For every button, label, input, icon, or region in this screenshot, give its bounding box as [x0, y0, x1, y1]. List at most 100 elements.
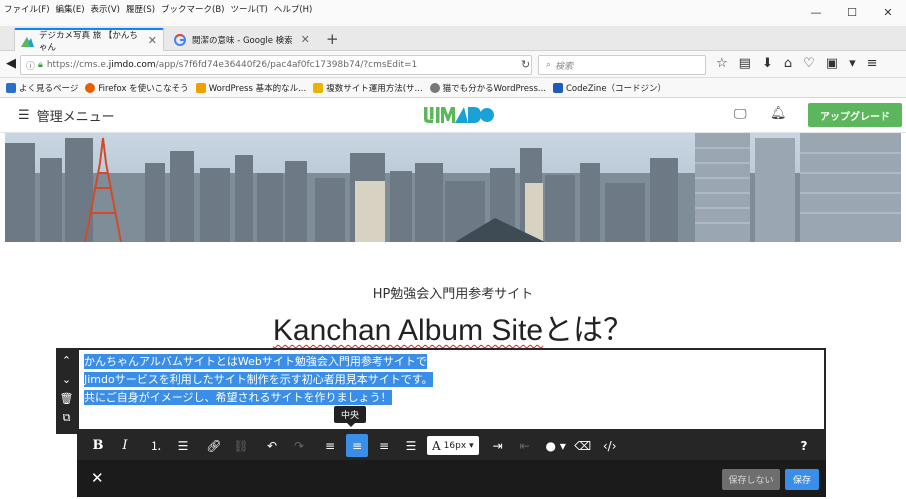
site-title-latin: Kanchan Album Site: [272, 314, 544, 347]
ordered-list-icon[interactable]: ⒈: [145, 434, 167, 457]
hamburger-icon: ☰: [18, 108, 30, 123]
chevron-down-icon[interactable]: ▾: [849, 56, 856, 71]
home-icon[interactable]: ⌂: [784, 56, 792, 71]
url-bar[interactable]: ⓘ 🔒︎ https://cms.e. jimdo.com /app/s7f6f…: [20, 55, 532, 75]
chevron-down-icon: ▾: [469, 440, 474, 451]
upgrade-button[interactable]: アップグレード: [808, 103, 902, 127]
menu-history[interactable]: 履歴(S): [126, 3, 155, 15]
unordered-list-icon[interactable]: ☰: [172, 434, 194, 457]
editor-line: 共にご自身がイメージし、希望されるサイトを作りましょう！: [84, 389, 819, 407]
text-color-icon[interactable]: ● ▾: [545, 434, 567, 457]
font-size-value: 16px: [443, 440, 467, 451]
search-icon: ⌕: [546, 60, 552, 70]
toolbar-icons: ☆ ▤ ⬇ ⌂ ♡ ▣ ▾ ≡: [716, 56, 878, 71]
align-left-icon[interactable]: ≡: [319, 434, 341, 457]
bookmark-label: CodeZine（コードジン）: [565, 83, 667, 94]
pocket-icon[interactable]: ♡: [803, 56, 815, 71]
new-tab-button[interactable]: +: [326, 30, 339, 48]
menu-edit[interactable]: 編集(E): [56, 3, 85, 15]
indent-icon[interactable]: ⇥: [487, 434, 509, 457]
minimize-button[interactable]: —: [798, 2, 834, 22]
bell-icon[interactable]: 🔔︎: [770, 106, 787, 121]
tab-strip: デジカメ写真 旅 【かんちゃん ✕ 閲潔の意味 - Google 検索 ✕: [0, 26, 906, 53]
lock-icon[interactable]: 🔒︎: [38, 60, 43, 70]
bookmark-item[interactable]: 複数サイト運用方法(サ...: [313, 82, 423, 94]
close-tab-icon[interactable]: ✕: [301, 33, 310, 46]
admin-menu-label: 管理メニュー: [36, 110, 115, 125]
menu-tools[interactable]: ツール(T): [231, 3, 268, 15]
reload-icon[interactable]: ↻: [521, 58, 530, 71]
bookmark-label: よく見るページ: [19, 83, 79, 94]
link-icon[interactable]: 🔗︎: [203, 434, 225, 457]
move-up-icon[interactable]: ⌃: [62, 353, 71, 369]
font-size-icon: A: [432, 438, 441, 453]
bookmark-favicon-icon: [195, 82, 206, 93]
align-center-tooltip: 中央: [334, 406, 366, 427]
hamburger-menu-icon[interactable]: ≡: [867, 56, 878, 71]
font-size-select[interactable]: A 16px ▾: [427, 436, 479, 455]
download-icon[interactable]: ⬇: [762, 56, 773, 71]
align-center-icon[interactable]: ≡: [346, 434, 368, 457]
selected-text: Jimdoサービスを利用したサイト制作を示す初心者用見本サイトです。: [84, 372, 433, 387]
save-button[interactable]: 保存: [785, 469, 819, 490]
crown-icon: [313, 82, 324, 93]
text-editor[interactable]: かんちゃんアルバムサイトとはWebサイト勉強会入門用参考サイトで Jimdoサー…: [77, 348, 826, 431]
editor-line: かんちゃんアルバムサイトとはWebサイト勉強会入門用参考サイトで: [84, 353, 819, 371]
menu-file[interactable]: ファイル(F): [4, 3, 50, 15]
tab-jimdo[interactable]: デジカメ写真 旅 【かんちゃん ✕: [14, 28, 164, 53]
codezine-icon: [552, 82, 563, 93]
unlink-icon[interactable]: ⛓︎: [230, 434, 252, 457]
monitor-icon[interactable]: 🖵︎: [734, 107, 747, 122]
align-right-icon[interactable]: ≡: [373, 434, 395, 457]
redo-icon[interactable]: ↷: [288, 434, 310, 457]
selected-text: 共にご自身がイメージし、希望されるサイトを作りましょう！: [84, 390, 392, 405]
google-favicon-icon: [174, 33, 187, 46]
bold-button[interactable]: B: [87, 434, 109, 457]
window-controls: — ☐ ✕: [798, 2, 906, 22]
reading-list-icon[interactable]: ▤: [739, 56, 751, 71]
screenshot-icon[interactable]: ▣: [826, 56, 838, 71]
jimdo-logo: [424, 107, 494, 123]
info-icon[interactable]: ⓘ: [26, 59, 35, 72]
tab-google[interactable]: 閲潔の意味 - Google 検索 ✕: [168, 28, 320, 51]
menu-bar: ファイル(F) 編集(E) 表示(V) 履歴(S) ブックマーク(B) ツール(…: [0, 0, 906, 26]
search-placeholder: 検索: [555, 61, 574, 72]
bookmark-item[interactable]: よく見るページ: [6, 82, 78, 94]
code-view-icon[interactable]: ‹/›: [599, 434, 621, 457]
bookmarks-bar: よく見るページ Firefox を使いこなそう WordPress 基本的なル.…: [0, 78, 906, 98]
bookmark-label: Firefox を使いこなそう: [98, 83, 189, 94]
admin-menu-button[interactable]: ☰ 管理メニュー: [18, 106, 115, 125]
bookmark-item[interactable]: CodeZine（コードジン）: [552, 82, 667, 94]
discard-button[interactable]: 保存しない: [722, 469, 780, 490]
editor-side-controls: ⌃ ⌄ 🗑︎ ⧉: [56, 348, 77, 434]
close-editor-icon[interactable]: ✕: [91, 469, 104, 487]
bookmark-star-icon[interactable]: ☆: [716, 56, 728, 71]
italic-button[interactable]: I: [114, 434, 136, 457]
site-title-jp: とは？: [543, 314, 634, 347]
bookmark-item[interactable]: Firefox を使いこなそう: [85, 82, 189, 94]
move-down-icon[interactable]: ⌄: [62, 372, 71, 388]
jimdo-favicon-icon: [21, 35, 34, 47]
menu-view[interactable]: 表示(V): [91, 3, 120, 15]
outdent-icon[interactable]: ⇤: [514, 434, 536, 457]
back-arrow-icon[interactable]: ◀: [6, 56, 16, 71]
search-input[interactable]: ⌕ 検索: [538, 55, 706, 75]
maximize-button[interactable]: ☐: [834, 2, 870, 22]
editor-toolbar: B I ⒈ ☰ 🔗︎ ⛓︎ ↶ ↷ ≡ ≡ ≡ ☰ A 16px ▾ ⇥ ⇤ ●…: [77, 431, 826, 460]
bookmark-item[interactable]: WordPress 基本的なル...: [195, 82, 306, 94]
trash-icon[interactable]: 🗑︎: [60, 391, 74, 407]
site-subtitle: HP勉強会入門用参考サイト: [372, 287, 534, 302]
menu-help[interactable]: ヘルプ(H): [274, 3, 313, 15]
help-button[interactable]: ?: [793, 434, 815, 457]
editor-save-bar: ✕ 保存しない 保存: [77, 460, 826, 497]
copy-icon[interactable]: ⧉: [63, 410, 71, 426]
jimdo-admin-header: ☰ 管理メニュー 🖵︎ 🔔︎ アップグレード: [0, 98, 906, 133]
undo-icon[interactable]: ↶: [261, 434, 283, 457]
clear-format-icon[interactable]: ⌫: [572, 434, 594, 457]
bookmark-item[interactable]: 猫でも分かるWordPress...: [429, 82, 546, 94]
close-window-button[interactable]: ✕: [870, 2, 906, 22]
close-tab-icon[interactable]: ✕: [148, 34, 157, 47]
menu-bookmarks[interactable]: ブックマーク(B): [161, 3, 224, 15]
header-city-image: [5, 133, 901, 242]
align-justify-icon[interactable]: ☰: [400, 434, 422, 457]
